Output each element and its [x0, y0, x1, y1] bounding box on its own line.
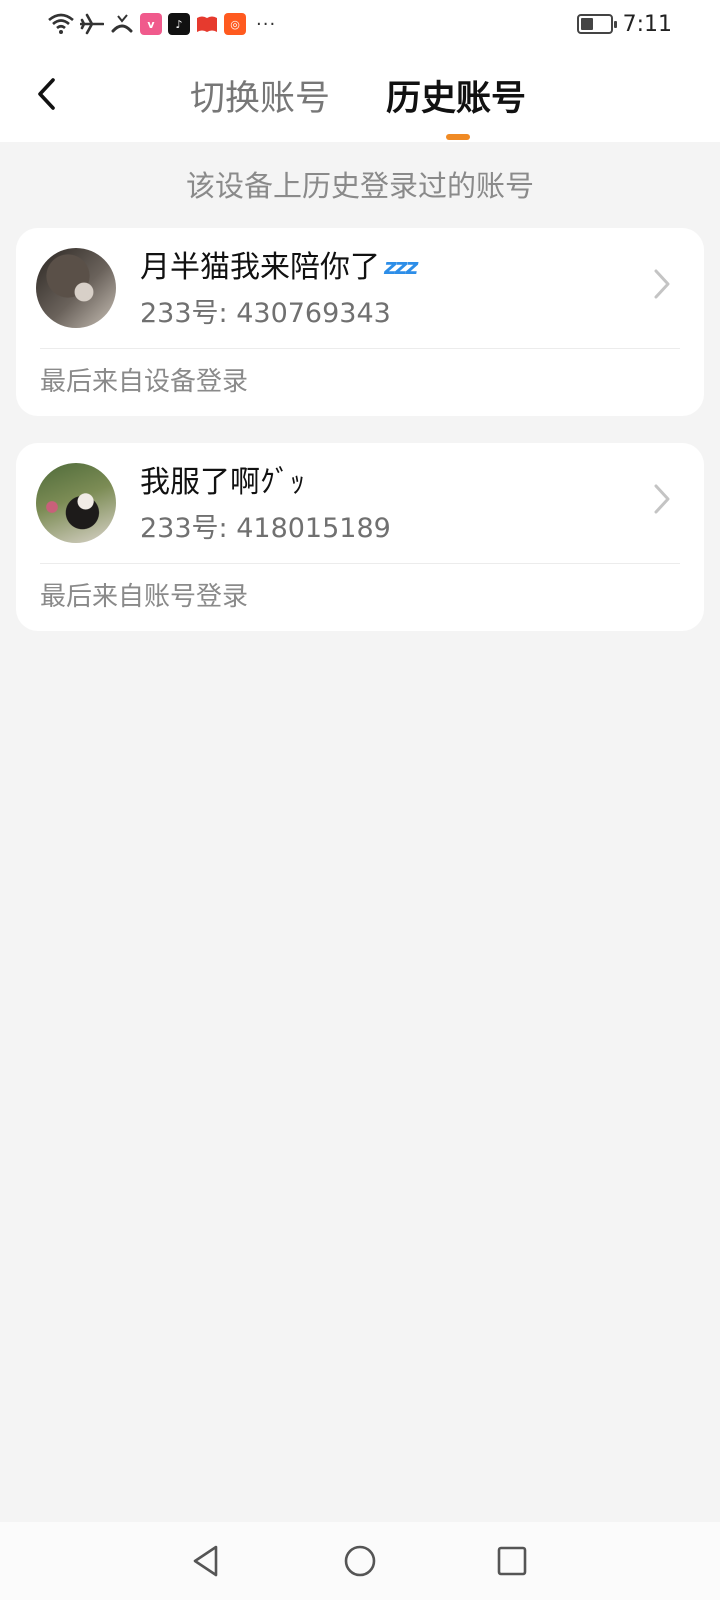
tiktok-app-icon: ♪: [168, 13, 190, 35]
sleep-emoji-icon: zzz: [384, 255, 418, 280]
top-area: v ♪ ◎ ··· 7:11 切换账号 历史账号: [0, 0, 720, 142]
vivo-app-icon: v: [140, 13, 162, 35]
account-id: 233号: 430769343: [140, 298, 391, 329]
battery-icon: [576, 14, 617, 34]
missed-call-icon: [111, 14, 133, 33]
status-right: 7:11: [576, 10, 672, 38]
account-name-text: 月半猫我来陪你了: [140, 250, 380, 285]
divider: [40, 348, 680, 349]
system-back-button[interactable]: [184, 1539, 228, 1583]
login-source: 最后来自账号登录: [40, 582, 249, 612]
back-triangle-icon: [193, 1545, 218, 1577]
system-recents-button[interactable]: [490, 1539, 534, 1583]
account-name-text: 我服了啊ｸﾞｯ: [140, 465, 305, 500]
book-app-icon: [197, 16, 217, 32]
page-subtitle: 该设备上历史登录过的账号: [185, 169, 534, 203]
account-id: 233号: 418015189: [140, 513, 391, 544]
tab-history-account[interactable]: 历史账号: [376, 70, 536, 120]
airplane-icon: [80, 13, 104, 35]
kuaishou-app-icon: ◎: [224, 13, 246, 35]
status-bar: v ♪ ◎ ··· 7:11: [0, 0, 720, 50]
battery-fill: [580, 18, 593, 30]
account-card[interactable]: 我服了啊ｸﾞｯ 233号: 418015189 最后来自账号登录: [16, 443, 704, 631]
divider: [40, 563, 680, 564]
more-indicator: ···: [256, 13, 277, 35]
status-icons: v ♪ ◎ ···: [48, 11, 276, 37]
clock: 7:11: [622, 11, 672, 37]
account-card[interactable]: 月半猫我来陪你了 zzz 233号: 430769343 最后来自设备登录: [16, 228, 704, 416]
recents-square-icon: [497, 1546, 527, 1576]
home-circle-icon: [344, 1545, 376, 1577]
chevron-left-icon: [38, 78, 55, 110]
chevron-right-icon: [654, 484, 670, 514]
account-name: 月半猫我来陪你了 zzz: [140, 248, 418, 288]
tab-switch-account[interactable]: 切换账号: [180, 70, 340, 120]
wifi-icon: [48, 13, 74, 34]
login-source: 最后来自设备登录: [40, 367, 249, 397]
system-nav-bar: [0, 1522, 720, 1600]
header: 切换账号 历史账号: [0, 58, 720, 142]
chevron-right-icon: [654, 269, 670, 299]
tab-active-indicator: [446, 134, 470, 140]
account-name: 我服了啊ｸﾞｯ: [140, 463, 305, 503]
avatar: [36, 463, 116, 543]
avatar: [36, 248, 116, 328]
system-home-button[interactable]: [338, 1539, 382, 1583]
back-button[interactable]: [24, 72, 68, 116]
